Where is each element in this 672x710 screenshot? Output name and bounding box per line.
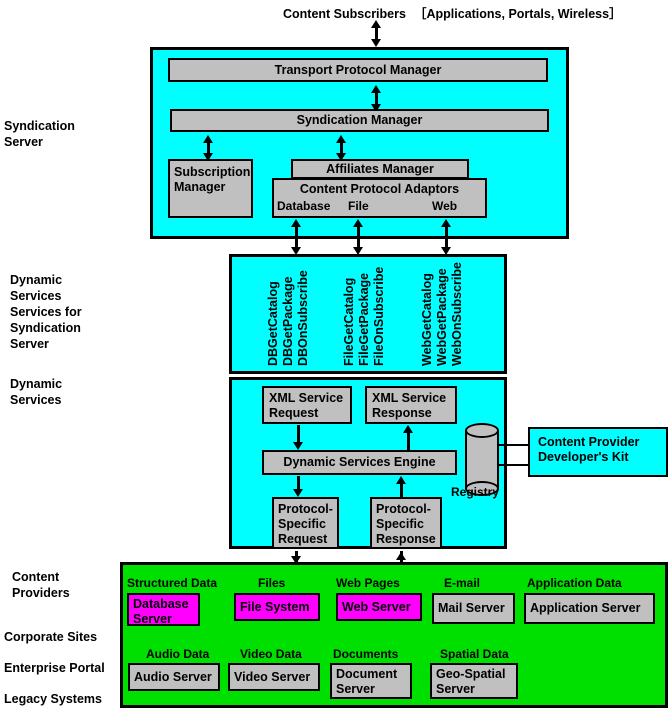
content-provider-developers-kit-box[interactable]: Content Provider Developer's Kit <box>528 427 668 477</box>
affiliates-manager-label: Affiliates Manager <box>326 161 434 176</box>
registry-cylinder-top <box>465 423 499 438</box>
provider-label-video-server: Video Server <box>234 669 311 684</box>
service-method-dbgetpackage: DBGetPackage <box>281 276 295 366</box>
provider-category-spatial-data: Spatial Data <box>440 647 509 661</box>
side-label-content-providers: Content Providers <box>12 570 70 600</box>
provider-box-file-system[interactable]: File System <box>234 593 320 621</box>
provider-box-document-server[interactable]: Document Server <box>330 663 412 699</box>
provider-category-email: E-mail <box>444 576 481 590</box>
request-engine-arrow-head <box>293 442 303 450</box>
provider-category-files: Files <box>258 576 286 590</box>
protocol-specific-request-box[interactable]: Protocol- Specific Request <box>272 497 339 549</box>
syndication-manager-box[interactable]: Syndication Manager <box>170 109 549 132</box>
xml-service-request-label: XML Service Request <box>269 391 344 420</box>
service-method-fileonsubscribe: FileOnSubscribe <box>372 266 386 366</box>
provider-box-application-server[interactable]: Application Server <box>524 593 655 624</box>
affiliates-manager-box[interactable]: Affiliates Manager <box>291 159 469 179</box>
provider-label-mail-server: Mail Server <box>438 601 505 615</box>
adaptor-web-label: Web <box>432 199 458 213</box>
content-subscribers-types-label: ［Applications, Portals, Wireless］ <box>414 7 622 21</box>
side-label-dynamic-services: Dynamic Services <box>10 377 63 407</box>
service-method-webonsubscribe: WebOnSubscribe <box>450 262 464 366</box>
adaptor-file-label: File <box>348 199 369 213</box>
service-method-webgetcatalog: WebGetCatalog <box>420 273 434 366</box>
transport-protocol-manager-box[interactable]: Transport Protocol Manager <box>168 58 548 82</box>
subscribers-arrow-head-down <box>371 39 381 47</box>
adaptor-db-arrow-shaft-upper <box>295 226 298 240</box>
xml-service-request-box[interactable]: XML Service Request <box>262 386 352 424</box>
service-method-filegetcatalog: FileGetCatalog <box>342 277 356 366</box>
side-label-legacy-systems: Legacy Systems <box>4 692 102 706</box>
provider-label-geo-spatial-server: Geo-Spatial Server <box>436 667 506 696</box>
engine-psrequest-arrow-head <box>293 489 303 497</box>
side-label-syndication-server: Syndication Server <box>4 119 75 149</box>
side-label-enterprise-portal: Enterprise Portal <box>4 661 105 675</box>
engine-response-arrow-shaft <box>407 432 410 450</box>
xml-service-response-label: XML Service Response <box>372 391 447 420</box>
registry-label: Registry <box>451 485 500 499</box>
transport-protocol-manager-label: Transport Protocol Manager <box>274 62 442 77</box>
subscription-manager-label: Subscription Manager <box>174 165 251 194</box>
syndication-manager-label: Syndication Manager <box>296 113 423 127</box>
provider-category-structured-data: Structured Data <box>127 576 218 590</box>
provider-box-geo-spatial-server[interactable]: Geo-Spatial Server <box>430 663 518 699</box>
provider-category-web-pages: Web Pages <box>336 576 400 590</box>
request-engine-arrow-shaft <box>297 425 300 443</box>
provider-label-database-server: Database Server <box>133 597 189 626</box>
side-label-corporate-sites: Corporate Sites <box>4 630 98 644</box>
provider-label-web-server: Web Server <box>342 599 411 614</box>
provider-box-mail-server[interactable]: Mail Server <box>432 593 515 624</box>
registry-kit-connector-top <box>499 444 530 446</box>
provider-category-audio-data: Audio Data <box>146 647 210 661</box>
provider-category-documents: Documents <box>333 647 399 661</box>
architecture-diagram: Content Subscribers ［Applications, Porta… <box>0 0 672 710</box>
provider-label-document-server: Document Server <box>336 667 398 696</box>
content-subscribers-label: Content Subscribers <box>283 7 406 21</box>
service-method-dbonsubscribe: DBOnSubscribe <box>296 270 310 366</box>
dynamic-services-engine-box[interactable]: Dynamic Services Engine <box>262 450 457 475</box>
provider-label-file-system: File System <box>240 599 310 614</box>
service-method-dbgetcatalog: DBGetCatalog <box>266 281 280 366</box>
provider-box-video-server[interactable]: Video Server <box>228 663 320 691</box>
psresponse-engine-arrow-shaft <box>400 483 403 498</box>
adaptor-file-arrow-shaft-upper <box>357 226 360 240</box>
provider-label-application-server: Application Server <box>530 601 641 615</box>
protocol-specific-request-label: Protocol- Specific Request <box>278 502 333 546</box>
provider-category-video-data: Video Data <box>240 647 302 661</box>
content-provider-developers-kit-label: Content Provider Developer's Kit <box>538 435 640 464</box>
provider-box-audio-server[interactable]: Audio Server <box>128 663 220 691</box>
side-label-dynamic-services-for-syndication: Dynamic Services Services for Syndicatio… <box>10 273 82 351</box>
adaptor-database-label: Database <box>277 199 331 213</box>
service-method-filegetpackage: FileGetPackage <box>357 272 371 366</box>
content-protocol-adaptors-label: Content Protocol Adaptors <box>299 182 460 196</box>
subscription-manager-box[interactable]: Subscription Manager <box>168 159 253 218</box>
dynamic-services-engine-label: Dynamic Services Engine <box>283 455 436 469</box>
xml-service-response-box[interactable]: XML Service Response <box>365 386 457 424</box>
service-method-webgetpackage: WebGetPackage <box>435 268 449 366</box>
registry-kit-connector-bottom <box>499 464 530 466</box>
provider-box-database-server[interactable]: Database Server <box>127 593 200 626</box>
protocol-specific-response-label: Protocol- Specific Response <box>376 502 436 546</box>
adaptor-web-arrow-shaft-upper <box>445 226 448 240</box>
protocol-specific-response-box[interactable]: Protocol- Specific Response <box>370 497 442 549</box>
provider-category-application-data: Application Data <box>527 576 622 590</box>
provider-label-audio-server: Audio Server <box>134 669 212 684</box>
provider-box-web-server[interactable]: Web Server <box>336 593 422 621</box>
